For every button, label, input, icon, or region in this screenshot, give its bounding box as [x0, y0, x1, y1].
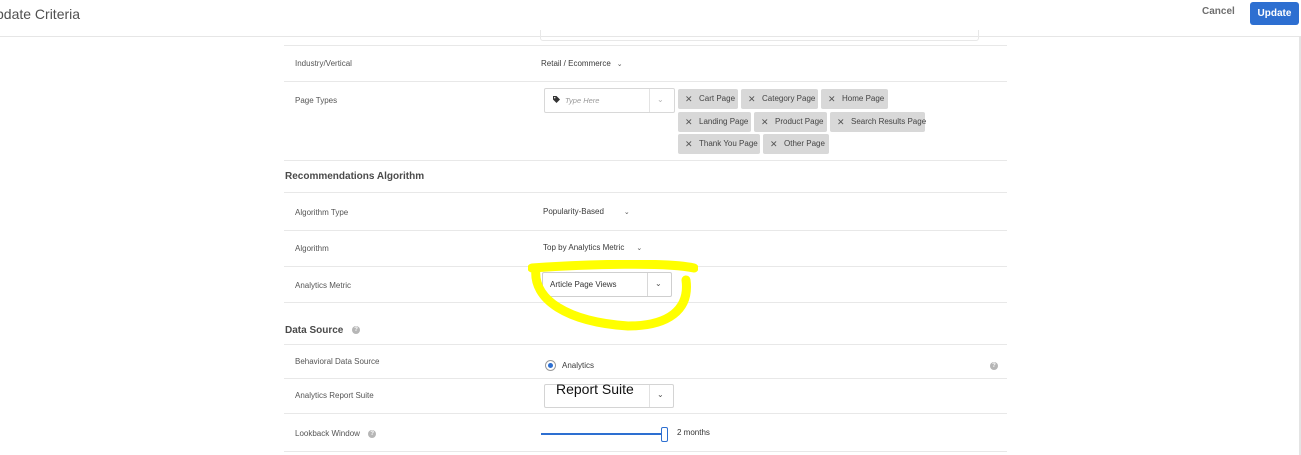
page-type-tag: ✕ Home Page	[821, 89, 888, 109]
page-type-tag: ✕ Thank You Page	[678, 134, 760, 154]
divider	[284, 451, 1007, 452]
close-icon[interactable]: ✕	[837, 112, 845, 132]
data-source-title-text: Data Source	[285, 325, 344, 336]
divider	[284, 81, 1007, 82]
cancel-button[interactable]: Cancel	[1202, 6, 1235, 17]
page-types-input[interactable]: Type Here ⌄	[544, 88, 675, 113]
page-types-placeholder: Type Here	[565, 96, 600, 105]
tag-label: Search Results Page	[851, 117, 927, 126]
close-icon[interactable]: ✕	[828, 89, 836, 109]
page-type-tag: ✕ Cart Page	[678, 89, 738, 109]
divider	[284, 302, 1007, 303]
page-type-tag: ✕ Category Page	[741, 89, 818, 109]
close-icon[interactable]: ✕	[685, 112, 693, 132]
close-icon[interactable]: ✕	[685, 89, 693, 109]
industry-select[interactable]: Retail / Ecommerce ⌄	[541, 59, 623, 68]
help-icon[interactable]: ?	[368, 429, 377, 438]
tag-icon	[553, 96, 560, 103]
tag-label: Landing Page	[699, 117, 749, 126]
partial-field	[540, 30, 979, 41]
tag-label: Category Page	[762, 94, 816, 103]
chevron-down-icon: ⌄	[655, 279, 662, 288]
divider	[284, 266, 1007, 267]
close-icon[interactable]: ✕	[748, 89, 756, 109]
data-source-title: Data Source ?	[285, 325, 361, 336]
combo-separator	[649, 89, 650, 112]
analytics-metric-value: Article Page Views	[550, 280, 617, 289]
page-type-tag: ✕ Other Page	[763, 134, 829, 154]
help-icon[interactable]: ?	[990, 362, 998, 370]
algorithm-value: Top by Analytics Metric	[543, 243, 625, 252]
tag-label: Thank You Page	[699, 139, 758, 148]
algorithm-type-select[interactable]: Popularity-Based ⌄	[543, 207, 630, 216]
algorithm-section-title: Recommendations Algorithm	[285, 171, 425, 182]
report-suite-annotation: Report Suite	[556, 381, 634, 397]
select-separator	[649, 385, 650, 407]
divider	[284, 230, 1007, 231]
algorithm-label: Algorithm	[295, 244, 329, 253]
page-title: pdate Criteria	[0, 6, 81, 22]
analytics-metric-label: Analytics Metric	[295, 281, 352, 290]
industry-label: Industry/Vertical	[295, 59, 352, 68]
close-icon[interactable]: ✕	[761, 112, 769, 132]
help-icon[interactable]: ?	[352, 326, 361, 335]
analytics-radio[interactable]	[545, 360, 556, 371]
behavioral-data-source-label: Behavioral Data Source	[295, 357, 380, 366]
divider	[284, 413, 1007, 414]
update-button[interactable]: Update	[1250, 2, 1299, 25]
tag-label: Cart Page	[699, 94, 736, 103]
select-separator	[647, 273, 648, 296]
analytics-radio-label: Analytics	[562, 361, 595, 370]
algorithm-select[interactable]: Top by Analytics Metric ⌄	[543, 243, 642, 252]
close-icon[interactable]: ✕	[770, 134, 778, 154]
chevron-down-icon: ⌄	[657, 390, 664, 399]
chevron-down-icon: ⌄	[616, 61, 623, 68]
chevron-down-icon: ⌄	[636, 245, 643, 252]
lookback-value: 2 months	[677, 428, 710, 437]
lookback-window-label-text: Lookback Window	[295, 429, 360, 438]
algorithm-type-label: Algorithm Type	[295, 208, 349, 217]
close-icon[interactable]: ✕	[685, 134, 693, 154]
page-type-tag: ✕ Landing Page	[678, 112, 751, 132]
lookback-slider-handle[interactable]	[661, 427, 668, 442]
lookback-window-label: Lookback Window ?	[295, 429, 377, 438]
tag-label: Product Page	[775, 117, 824, 126]
page-type-tag: ✕ Product Page	[754, 112, 827, 132]
report-suite-label: Analytics Report Suite	[295, 391, 374, 400]
industry-value: Retail / Ecommerce	[541, 59, 611, 68]
page-type-tag: ✕ Search Results Page	[830, 112, 927, 132]
chevron-down-icon[interactable]: ⌄	[657, 95, 664, 104]
chevron-down-icon: ⌄	[623, 209, 630, 216]
lookback-slider-track[interactable]	[541, 433, 663, 435]
tag-label: Home Page	[842, 94, 885, 103]
divider	[284, 378, 1007, 379]
tag-label: Other Page	[784, 139, 825, 148]
divider	[284, 192, 1007, 193]
algorithm-type-value: Popularity-Based	[543, 207, 604, 216]
divider	[284, 160, 1007, 161]
divider	[284, 45, 1007, 46]
page-types-label: Page Types	[295, 96, 338, 105]
divider	[284, 344, 1007, 345]
analytics-metric-select[interactable]: Article Page Views ⌄	[542, 272, 672, 297]
